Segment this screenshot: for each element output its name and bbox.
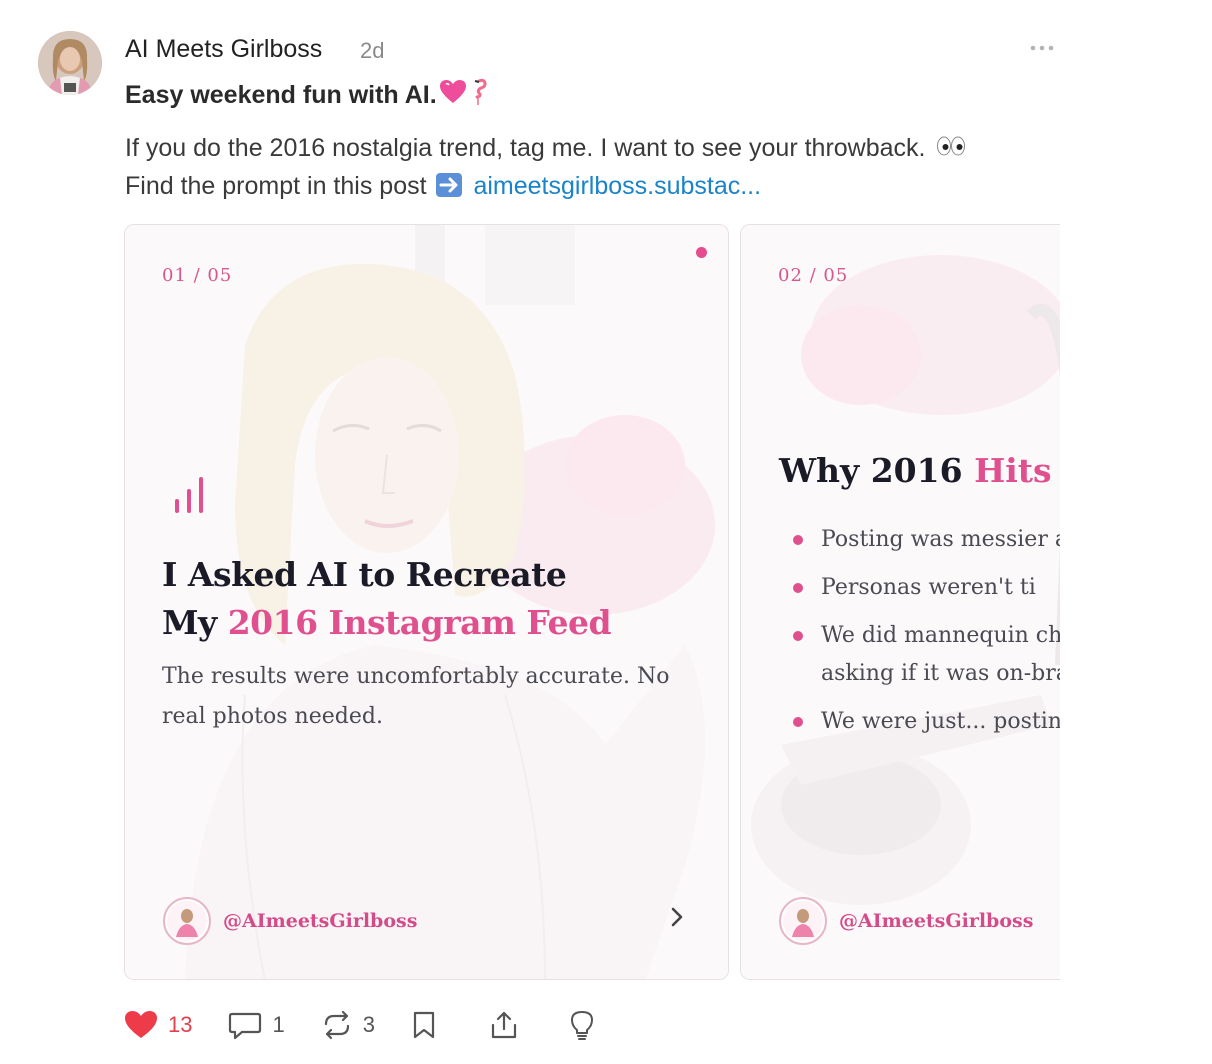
post-body: If you do the 2016 nostalgia trend, tag …	[125, 130, 966, 205]
eyes-emoji	[936, 131, 966, 168]
slide-1-branding: @AImeetsGirlboss	[163, 897, 417, 945]
post-headline: Easy weekend fun with AI.	[125, 78, 493, 113]
right-arrow-emoji	[435, 172, 462, 197]
slide-1-number: 01 / 05	[162, 265, 233, 286]
slide-1-handle: @AImeetsGirlboss	[223, 910, 418, 932]
heart-emoji	[439, 79, 467, 112]
carousel-slide-2[interactable]: 02 / 05 Why 2016 Hits Di Posting was mes…	[740, 224, 1060, 980]
share-button[interactable]	[489, 1009, 519, 1041]
like-count: 13	[168, 1012, 193, 1037]
slide-2-bullet: Personas weren't ti	[787, 569, 1060, 607]
flamingo-emoji	[469, 78, 493, 113]
post: AI Meets Girlboss 2d Easy weekend fun wi…	[0, 0, 1212, 1064]
slide-2-bullet: Posting was messier a	[787, 521, 1060, 559]
like-button[interactable]: 13	[124, 1010, 192, 1040]
slide-2-bullet: We did mannequin ch	[787, 617, 1060, 655]
author-name[interactable]: AI Meets Girlboss	[125, 35, 322, 64]
slide-1-title: I Asked AI to Recreate My 2016 Instagram…	[162, 551, 702, 647]
author-avatar[interactable]	[38, 31, 102, 95]
comment-count: 1	[272, 1012, 285, 1037]
chevron-right-icon[interactable]	[667, 905, 687, 929]
substack-link[interactable]: aimeetsgirlboss.substac...	[473, 172, 761, 200]
insight-button[interactable]	[569, 1009, 595, 1041]
bookmark-button[interactable]	[411, 1010, 437, 1040]
heart-icon	[125, 1011, 157, 1038]
slide-2-number: 02 / 05	[778, 265, 849, 286]
slide-indicator-dot	[696, 247, 707, 258]
share-icon	[491, 1011, 517, 1039]
headline-text: Easy weekend fun with AI.	[125, 81, 437, 109]
slide-2-handle: @AImeetsGirlboss	[839, 910, 1034, 932]
body-line-1: If you do the 2016 nostalgia trend, tag …	[125, 134, 926, 162]
body-line-2: Find the prompt in this post	[125, 171, 427, 200]
slide-2-bullet-continuation: asking if it was on-bra	[821, 661, 1060, 686]
carousel-slide-1[interactable]: 01 / 05 I Asked AI to Recreate My 2016 I…	[124, 224, 729, 980]
bar-chart-icon	[175, 477, 203, 513]
slide-2-bullet-list: Posting was messier a Personas weren't t…	[787, 521, 1060, 751]
post-time: 2d	[360, 38, 385, 63]
bookmark-icon	[413, 1011, 435, 1039]
slide-2-title-plain: Why 2016	[779, 451, 975, 490]
more-icon[interactable]	[1028, 36, 1056, 60]
slide-2-title-highlight: Hits Di	[974, 451, 1060, 490]
comment-button[interactable]: 1	[228, 1010, 285, 1040]
slide-2-title: Why 2016 Hits Di	[779, 451, 1060, 490]
slide-1-title-line-2: My	[162, 603, 228, 642]
slide-1-title-highlight: 2016 Instagram Feed	[227, 603, 612, 642]
slide-1-title-line-1: I Asked AI to Recreate	[162, 555, 567, 594]
brand-logo	[163, 897, 211, 945]
slide-1-subtitle: The results were uncomfortably accurate.…	[162, 664, 670, 729]
restack-button[interactable]: 3	[321, 1010, 375, 1040]
comment-icon	[229, 1012, 262, 1040]
image-carousel[interactable]: 01 / 05 I Asked AI to Recreate My 2016 I…	[124, 224, 1060, 980]
restack-icon	[324, 1010, 349, 1040]
brand-logo	[779, 897, 827, 945]
post-actions: 13 1 3	[124, 1005, 631, 1045]
restack-count: 3	[362, 1012, 375, 1037]
lightbulb-icon	[570, 1011, 593, 1040]
slide-2-branding: @AImeetsGirlboss	[779, 897, 1033, 945]
slide-2-bullet: We were just... posting	[787, 703, 1060, 741]
